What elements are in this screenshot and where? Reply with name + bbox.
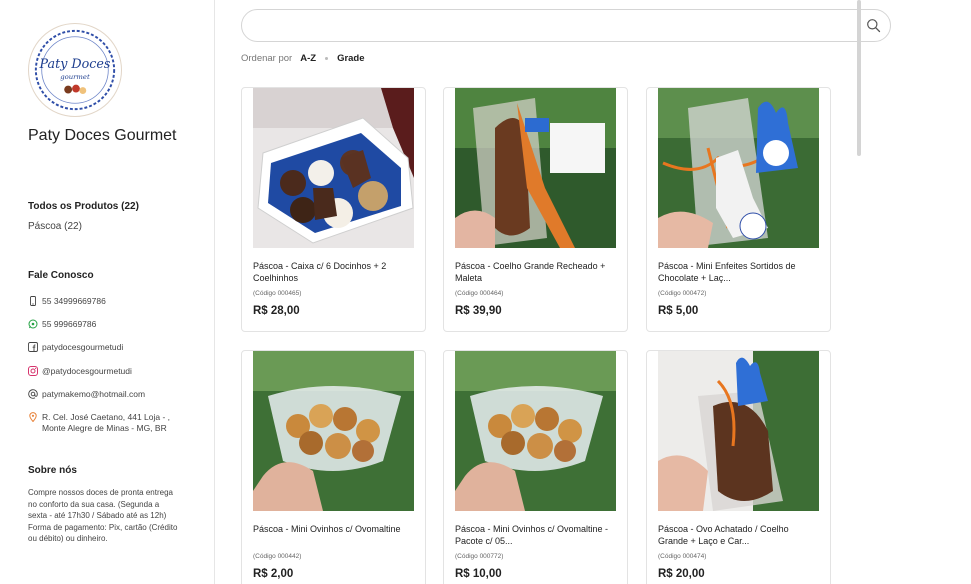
product-image[interactable] — [658, 351, 819, 511]
product-name[interactable]: Páscoa - Mini Ovinhos c/ Ovomaltine — [253, 523, 416, 535]
product-card[interactable]: Páscoa - Mini Enfeites Sortidos de Choco… — [646, 87, 831, 332]
product-card[interactable]: Páscoa - Coelho Grande Recheado + Maleta… — [443, 87, 628, 332]
product-name[interactable]: Páscoa - Coelho Grande Recheado + Maleta — [455, 260, 618, 284]
location-pin-icon — [28, 412, 38, 422]
product-name[interactable]: Páscoa - Mini Ovinhos c/ Ovomaltine - Pa… — [455, 523, 618, 547]
store-logo[interactable]: Paty Doces gourmet — [28, 23, 122, 117]
sort-label: Ordenar por — [241, 53, 293, 64]
product-price: R$ 28,00 — [253, 305, 300, 317]
sidebar: Paty Doces gourmet Paty Doces Gourmet To… — [0, 0, 215, 584]
category-pascoa[interactable]: Páscoa (22) — [28, 221, 82, 232]
product-image[interactable] — [658, 88, 819, 248]
contact-address-line1: R. Cel. José Caetano, 441 Loja - , — [42, 412, 171, 422]
contact-whatsapp[interactable]: 55 999669786 — [28, 319, 96, 330]
contact-address-line2: Monte Alegre de Minas - MG, BR — [42, 423, 167, 433]
at-sign-icon — [28, 389, 38, 399]
store-name: Paty Doces Gourmet — [28, 127, 177, 144]
sort-bar: Ordenar por A-Z Grade — [241, 53, 365, 64]
product-image[interactable] — [455, 88, 616, 248]
contact-phone-text: 55 34999669786 — [42, 296, 106, 306]
product-price: R$ 39,90 — [455, 305, 502, 317]
product-image[interactable] — [253, 351, 414, 511]
svg-text:gourmet: gourmet — [60, 73, 90, 81]
product-price: R$ 2,00 — [253, 568, 294, 580]
contact-instagram[interactable]: @patydocesgourmetudi — [28, 366, 132, 377]
instagram-icon — [28, 366, 38, 376]
about-title: Sobre nós — [28, 465, 77, 476]
product-card[interactable]: Páscoa - Mini Ovinhos c/ Ovomaltine (Cód… — [241, 350, 426, 584]
product-image[interactable] — [455, 351, 616, 511]
product-card[interactable]: Páscoa - Mini Ovinhos c/ Ovomaltine - Pa… — [443, 350, 628, 584]
whatsapp-icon — [28, 319, 38, 329]
contact-email-text: patymakemo@hotmail.com — [42, 389, 146, 399]
svg-text:Paty Doces: Paty Doces — [39, 56, 111, 71]
product-code: (Código 000442) — [253, 553, 302, 560]
product-price: R$ 5,00 — [658, 305, 699, 317]
product-card[interactable]: Páscoa - Ovo Achatado / Coelho Grande + … — [646, 350, 831, 584]
logo-image: Paty Doces gourmet — [29, 24, 121, 116]
product-price: R$ 20,00 — [658, 568, 705, 580]
facebook-icon — [28, 342, 38, 352]
category-all-products[interactable]: Todos os Produtos (22) — [28, 201, 139, 212]
product-code: (Código 000474) — [658, 553, 707, 560]
phone-icon — [28, 296, 38, 306]
product-card[interactable]: Páscoa - Caixa c/ 6 Docinhos + 2 Coelhin… — [241, 87, 426, 332]
contact-facebook[interactable]: patydocesgourmetudi — [28, 342, 123, 353]
search-bar[interactable] — [241, 9, 891, 42]
contact-title: Fale Conosco — [28, 270, 94, 281]
contact-phone[interactable]: 55 34999669786 — [28, 296, 106, 307]
product-code: (Código 000465) — [253, 290, 302, 297]
separator-dot — [325, 57, 329, 60]
product-code: (Código 000464) — [455, 290, 504, 297]
contact-facebook-text: patydocesgourmetudi — [42, 342, 124, 352]
scrollbar[interactable] — [857, 0, 861, 156]
view-select[interactable]: Grade — [337, 53, 364, 64]
product-name[interactable]: Páscoa - Caixa c/ 6 Docinhos + 2 Coelhin… — [253, 260, 416, 284]
product-code: (Código 000772) — [455, 553, 504, 560]
about-text: Compre nossos doces de pronta entrega no… — [28, 488, 178, 543]
product-name[interactable]: Páscoa - Mini Enfeites Sortidos de Choco… — [658, 260, 821, 284]
product-name[interactable]: Páscoa - Ovo Achatado / Coelho Grande + … — [658, 523, 821, 547]
sort-select[interactable]: A-Z — [300, 53, 316, 64]
contact-email[interactable]: patymakemo@hotmail.com — [28, 389, 145, 400]
search-icon[interactable] — [866, 18, 881, 33]
product-code: (Código 000472) — [658, 290, 707, 297]
contact-address[interactable]: R. Cel. José Caetano, 441 Loja - , Monte… — [28, 412, 170, 434]
contact-instagram-text: @patydocesgourmetudi — [42, 366, 132, 376]
product-image[interactable] — [253, 88, 414, 248]
contact-whatsapp-text: 55 999669786 — [42, 319, 97, 329]
product-price: R$ 10,00 — [455, 568, 502, 580]
